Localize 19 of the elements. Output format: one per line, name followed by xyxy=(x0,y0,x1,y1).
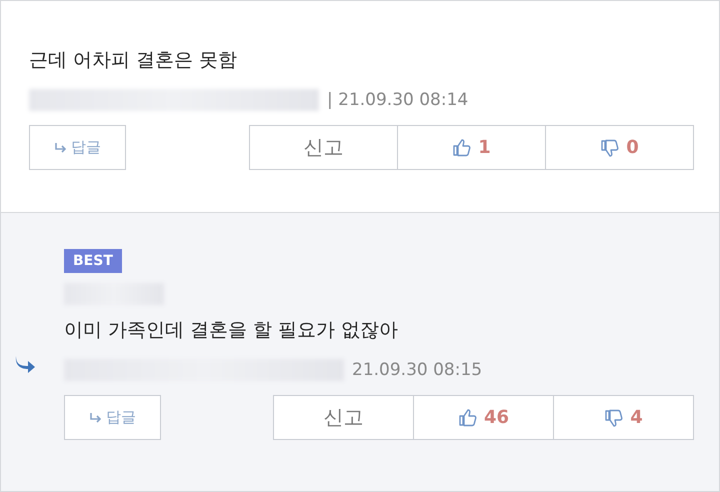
thumbs-down-icon xyxy=(600,138,620,158)
thumbs-up-icon xyxy=(458,408,478,428)
report-button[interactable]: 신고 xyxy=(249,125,398,170)
reply-button[interactable]: 답글 xyxy=(64,395,161,440)
best-badge: BEST xyxy=(64,249,122,273)
like-button[interactable]: 1 xyxy=(397,125,546,170)
arrow-icon xyxy=(54,142,67,153)
thumbs-down-icon xyxy=(604,408,624,428)
dislike-button[interactable]: 0 xyxy=(545,125,694,170)
comment-date: 21.09.30 08:15 xyxy=(352,360,482,380)
comment-text: 근데 어차피 결혼은 못함 xyxy=(29,48,238,73)
report-button[interactable]: 신고 xyxy=(273,395,414,440)
arrow-icon xyxy=(89,412,102,423)
dislike-button[interactable]: 4 xyxy=(553,395,694,440)
comment-text: 이미 가족인데 결혼을 할 필요가 없잖아 xyxy=(64,318,400,343)
comment-date: | 21.09.30 08:14 xyxy=(327,90,468,110)
reply-button[interactable]: 답글 xyxy=(29,125,126,170)
like-button[interactable]: 46 xyxy=(413,395,554,440)
thumbs-up-icon xyxy=(452,138,472,158)
